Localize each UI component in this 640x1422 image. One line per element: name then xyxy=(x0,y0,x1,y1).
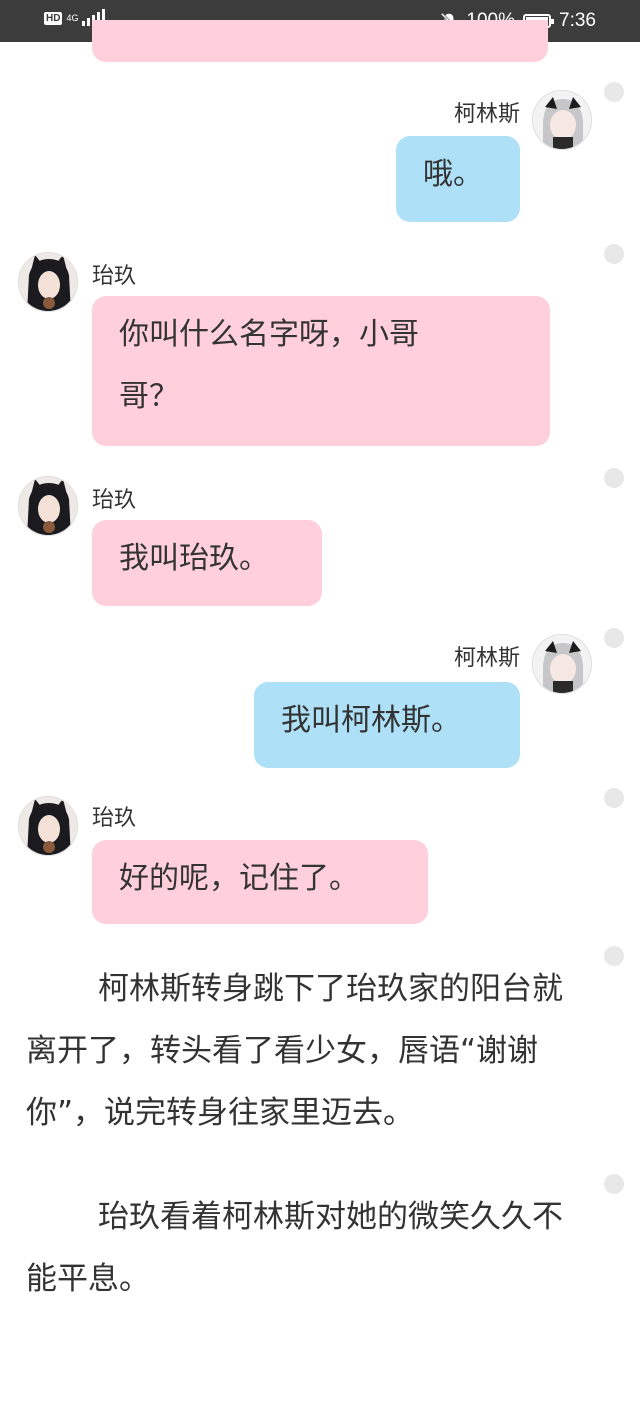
avatar-tianjiu[interactable] xyxy=(18,252,78,312)
sender-name: 珆玖 xyxy=(92,806,137,831)
avatar-tianjiu[interactable] xyxy=(18,796,78,856)
message-bubble[interactable]: 哦。 xyxy=(396,136,520,222)
avatar-tianjiu[interactable] xyxy=(18,476,78,536)
narration-paragraph: 柯林斯转身跳下了珆玖家的阳台就离开了，转头看了看少女，唇语“谢谢你”，说完转身往… xyxy=(26,971,563,1131)
sender-name: 珆玖 xyxy=(92,264,137,289)
select-dot[interactable] xyxy=(604,1174,624,1194)
sender-name: 柯林斯 xyxy=(453,646,520,671)
avatar-kelinsi[interactable] xyxy=(532,90,592,150)
message-bubble[interactable]: 我叫珆玖。 xyxy=(92,520,322,606)
message-line: 哥？ xyxy=(119,379,179,414)
hd-icon: HD xyxy=(44,11,63,25)
message-bubble[interactable]: 我叫柯林斯。 xyxy=(254,682,520,768)
avatar-kelinsi[interactable] xyxy=(532,634,592,694)
message-line: 你叫什么名字呀，小哥 xyxy=(119,317,419,352)
select-dot[interactable] xyxy=(604,946,624,966)
clock: 7:36 xyxy=(559,10,596,31)
network-type: 4G xyxy=(66,12,79,23)
narration-paragraph: 珆玖看着柯林斯对她的微笑久久不能平息。 xyxy=(26,1199,563,1297)
select-dot[interactable] xyxy=(604,82,624,102)
message-bubble[interactable]: 好的呢，记住了。 xyxy=(92,840,428,924)
sender-name: 珆玖 xyxy=(92,488,137,513)
select-dot[interactable] xyxy=(604,468,624,488)
sender-name: 柯林斯 xyxy=(453,102,520,127)
select-dot[interactable] xyxy=(604,628,624,648)
message-bubble-partial[interactable] xyxy=(92,20,548,62)
select-dot[interactable] xyxy=(604,788,624,808)
select-dot[interactable] xyxy=(604,244,624,264)
message-bubble[interactable]: 你叫什么名字呀，小哥 哥？ xyxy=(92,296,550,446)
